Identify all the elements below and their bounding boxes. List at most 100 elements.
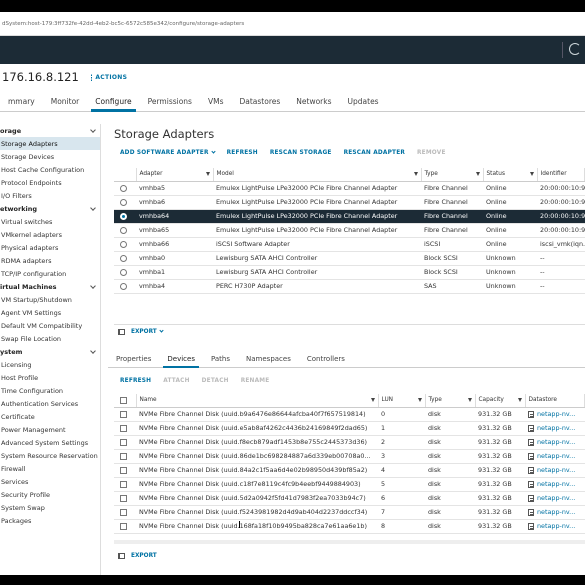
sidebar-item[interactable]: Swap File Location	[0, 333, 100, 346]
column-header-type[interactable]: Type	[421, 168, 484, 182]
column-toggle-icon[interactable]	[118, 329, 125, 335]
sidebar-item[interactable]: System Resource Reservation	[0, 450, 100, 463]
table-row[interactable]: NVMe Fibre Channel Disk (uuid.86de1bc698…	[114, 449, 585, 464]
sidebar-item[interactable]: Advanced System Settings	[0, 437, 100, 450]
table-row[interactable]: vmhba66 iSCSI Software Adapter iSCSI Online…	[114, 237, 585, 252]
datastore-link[interactable]: netapp-nv...	[537, 438, 575, 446]
datastore-link[interactable]: netapp-nv...	[537, 466, 575, 474]
filter-icon[interactable]	[529, 172, 534, 176]
tab-networks[interactable]: Networks	[288, 97, 339, 111]
sidebar-item[interactable]: Authentication Services	[0, 398, 100, 411]
datastore-link[interactable]: netapp-nv...	[537, 424, 575, 432]
subtab-properties[interactable]: Properties	[108, 355, 159, 367]
column-toggle-icon[interactable]	[118, 552, 125, 559]
filter-icon[interactable]	[205, 172, 210, 176]
sidebar-item[interactable]: VMkernel adapters	[0, 228, 100, 241]
sidebar-item[interactable]: Default VM Compatibility	[0, 320, 100, 333]
sidebar-item[interactable]: Services	[0, 476, 100, 489]
sidebar-item[interactable]: Certificate	[0, 411, 100, 424]
sidebar-item[interactable]: RDMA adapters	[0, 254, 100, 267]
table-row[interactable]: vmhba5 Emulex LightPulse LPe32000 PCIe Fi…	[114, 181, 585, 196]
sidebar-item[interactable]: Storage Adapters	[0, 137, 100, 151]
checkbox-icon[interactable]	[120, 438, 127, 446]
refresh-icon[interactable]	[569, 43, 581, 55]
column-header-datastore[interactable]: Datastore	[525, 394, 585, 408]
tab-permissions[interactable]: Permissions	[140, 97, 200, 111]
radio-icon[interactable]	[120, 184, 127, 192]
filter-icon[interactable]	[475, 172, 480, 176]
table-row[interactable]: vmhba1 Lewisburg SATA AHCI Controller Bloc…	[114, 265, 585, 280]
column-header-model[interactable]: Model	[213, 168, 422, 182]
tab-configure[interactable]: Configure	[87, 97, 139, 112]
sidebar-item[interactable]: System Swap	[0, 502, 100, 515]
table-row[interactable]: vmhba64 Emulex LightPulse LPe32000 PCIe F…	[114, 209, 585, 224]
datastore-link[interactable]: netapp-nv...	[537, 522, 575, 530]
tab-vms[interactable]: VMs	[200, 97, 232, 111]
table-row[interactable]: NVMe Fibre Channel Disk (uuid.f524398198…	[114, 505, 585, 520]
filter-icon[interactable]	[417, 398, 422, 402]
address-bar[interactable]: dSystem:host-179:3ff732fe-42dd-4eb2-bc5c…	[0, 12, 585, 36]
sidebar-item[interactable]: Security Profile	[0, 489, 100, 502]
column-header-status[interactable]: Status	[483, 168, 538, 182]
filter-icon[interactable]	[467, 398, 472, 402]
checkbox-icon[interactable]	[120, 466, 127, 474]
sidebar-item[interactable]: I/O Filters	[0, 189, 100, 202]
filter-icon[interactable]	[413, 172, 418, 176]
sidebar-item[interactable]: Host Profile	[0, 372, 100, 385]
tab-datastores[interactable]: Datastores	[231, 97, 288, 111]
column-header-lun[interactable]: LUN	[378, 394, 426, 408]
radio-icon[interactable]	[120, 226, 127, 234]
filter-icon[interactable]	[370, 398, 375, 402]
refresh-button[interactable]: REFRESH	[227, 150, 258, 156]
column-header-capacity[interactable]: Capacity	[475, 394, 526, 408]
sidebar-group[interactable]: etworking	[0, 202, 100, 215]
table-row[interactable]: NVMe Fibre Channel Disk (uuid.5d2a0942f5…	[114, 491, 585, 506]
datastore-link[interactable]: netapp-nv...	[537, 410, 575, 418]
checkbox-icon[interactable]	[120, 410, 127, 418]
column-header-adapter[interactable]: Adapter	[136, 168, 214, 182]
devices-export-button[interactable]: EXPORT	[131, 553, 157, 559]
subtab-controllers[interactable]: Controllers	[299, 355, 353, 367]
datastore-link[interactable]: netapp-nv...	[537, 480, 575, 488]
checkbox-icon[interactable]	[120, 424, 127, 432]
sidebar-group[interactable]: ystem	[0, 346, 100, 359]
table-row[interactable]: vmhba4 PERC H730P Adapter SAS Unknown --	[114, 279, 585, 294]
radio-icon[interactable]	[120, 212, 127, 220]
devices-refresh-button[interactable]: REFRESH	[120, 378, 151, 384]
sidebar-item[interactable]: Protocol Endpoints	[0, 176, 100, 189]
select-all-checkbox[interactable]	[120, 396, 127, 404]
sidebar-item[interactable]: Physical adapters	[0, 241, 100, 254]
checkbox-icon[interactable]	[120, 452, 127, 460]
checkbox-icon[interactable]	[120, 522, 127, 530]
sidebar-item[interactable]: Host Cache Configuration	[0, 163, 100, 176]
subtab-paths[interactable]: Paths	[203, 355, 238, 367]
sidebar-item[interactable]: Agent VM Settings	[0, 307, 100, 320]
sidebar-item[interactable]: Power Management	[0, 424, 100, 437]
rescan-storage-button[interactable]: RESCAN STORAGE	[270, 150, 332, 156]
table-row[interactable]: NVMe Fibre Channel Disk (uuid.c18f7e8119…	[114, 477, 585, 492]
column-header-name[interactable]: Name	[136, 394, 379, 408]
sidebar-group[interactable]: orage	[0, 124, 100, 137]
sidebar-item[interactable]: Firewall	[0, 463, 100, 476]
table-row[interactable]: NVMe Fibre Channel Disk (uuid.b9a6476e86…	[114, 407, 585, 422]
datastore-link[interactable]: netapp-nv...	[537, 452, 575, 460]
column-header-type[interactable]: Type	[425, 394, 476, 408]
radio-icon[interactable]	[120, 254, 127, 262]
sidebar-item[interactable]: VM Startup/Shutdown	[0, 294, 100, 307]
checkbox-icon[interactable]	[120, 480, 127, 488]
table-row[interactable]: NVMe Fibre Channel Disk (uuid.168fa18f10…	[114, 519, 585, 534]
column-header-identifier[interactable]: Identifier	[537, 168, 585, 182]
tab-updates[interactable]: Updates	[340, 97, 387, 111]
sidebar-item[interactable]: Virtual switches	[0, 215, 100, 228]
radio-icon[interactable]	[120, 198, 127, 206]
sidebar-item[interactable]: TCP/IP configuration	[0, 267, 100, 280]
rescan-adapter-button[interactable]: RESCAN ADAPTER	[344, 150, 405, 156]
sidebar-item[interactable]: Storage Devices	[0, 150, 100, 163]
datastore-link[interactable]: netapp-nv...	[537, 494, 575, 502]
radio-icon[interactable]	[120, 282, 127, 290]
subtab-devices[interactable]: Devices	[159, 355, 203, 368]
filter-icon[interactable]	[517, 398, 522, 402]
table-row[interactable]: NVMe Fibre Channel Disk (uuid.84a2c1f5aa…	[114, 463, 585, 478]
table-row[interactable]: NVMe Fibre Channel Disk (uuid.e5ab8af426…	[114, 421, 585, 436]
tab-monitor[interactable]: Monitor	[43, 97, 88, 111]
